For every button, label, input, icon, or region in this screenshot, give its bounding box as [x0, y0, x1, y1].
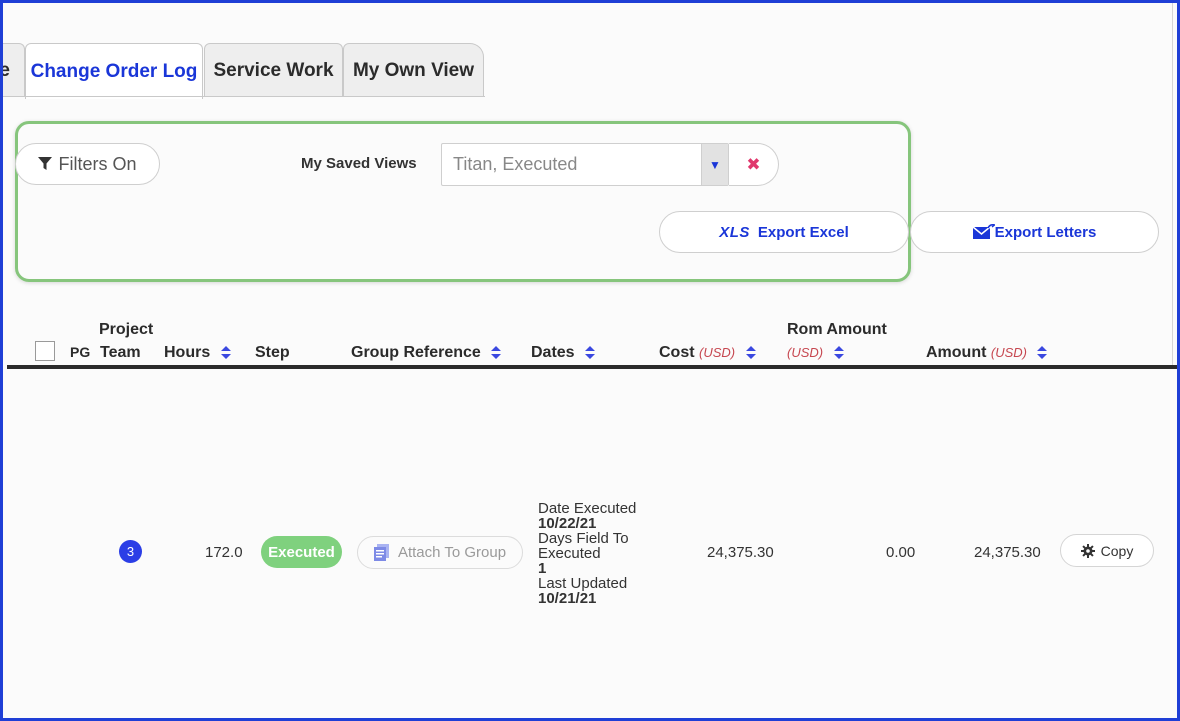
hours-value: 172.0 [205, 544, 243, 561]
tab-change-order-log[interactable]: Change Order Log [25, 43, 203, 99]
column-step[interactable]: Step [255, 344, 290, 362]
sort-icon[interactable] [585, 346, 596, 360]
tab-service-work[interactable]: Service Work [204, 43, 343, 97]
saved-views-select[interactable]: Titan, Executed ▼ [441, 143, 729, 186]
filters-button[interactable]: Filters On [15, 143, 160, 185]
column-project-team-line1: Project [99, 321, 154, 338]
currency-label: (USD) [990, 345, 1027, 360]
column-group-reference-label: Group Reference [351, 344, 481, 361]
rom-amount-value: 0.00 [886, 544, 916, 561]
column-hours[interactable]: Hours [164, 344, 231, 362]
saved-views-label: My Saved Views [301, 155, 417, 172]
sort-icon[interactable] [833, 346, 844, 360]
column-rom-amount-currency[interactable]: (USD) [787, 344, 844, 362]
currency-label: (USD) [787, 345, 824, 360]
tab-my-own-view[interactable]: My Own View [343, 43, 484, 97]
column-rom-amount[interactable]: Rom Amount [787, 321, 887, 339]
days-field-label: Days Field To [538, 530, 629, 547]
tab-underline [3, 96, 485, 97]
xls-icon: XLS [719, 223, 750, 241]
select-all-checkbox[interactable] [35, 341, 55, 361]
filter-icon [38, 157, 53, 170]
copy-button-label: Copy [1100, 542, 1134, 559]
filters-button-label: Filters On [58, 153, 137, 174]
export-excel-button[interactable]: XLS Export Excel [659, 211, 909, 253]
column-hours-label: Hours [164, 344, 211, 361]
caret-down-icon[interactable]: ▼ [701, 144, 728, 185]
attach-to-group-label: Attach To Group [397, 544, 507, 561]
column-cost[interactable]: Cost (USD) [659, 344, 756, 362]
sort-icon[interactable] [745, 346, 756, 360]
column-group-reference[interactable]: Group Reference [351, 344, 502, 362]
step-status-badge: Executed [261, 536, 342, 568]
export-excel-label: Export Excel [757, 223, 849, 241]
currency-label: (USD) [699, 345, 736, 360]
sort-icon[interactable] [1037, 346, 1048, 360]
column-amount-label: Amount [926, 344, 987, 361]
gear-icon [1080, 543, 1095, 558]
saved-views-value: Titan, Executed [453, 154, 578, 174]
copy-button[interactable]: Copy [1060, 534, 1154, 567]
document-icon [373, 544, 389, 561]
clear-saved-view-button[interactable]: ✖ [729, 143, 779, 186]
tab-partial[interactable]: e [3, 43, 25, 97]
last-updated-value: 10/21/21 [538, 590, 597, 607]
last-updated-label: Last Updated [538, 575, 628, 592]
column-dates[interactable]: Dates [531, 344, 596, 362]
sort-icon[interactable] [491, 346, 502, 360]
column-dates-label: Dates [531, 344, 575, 361]
cost-value: 24,375.30 [707, 544, 774, 561]
sort-icon[interactable] [220, 346, 231, 360]
amount-value: 24,375.30 [974, 544, 1041, 561]
column-project-team[interactable]: Team [100, 344, 141, 362]
dates-cell: Date Executed 10/22/21 Days Field To Exe… [538, 501, 636, 606]
column-amount[interactable]: Amount (USD) [926, 344, 1048, 362]
project-team-count-badge[interactable]: 3 [119, 540, 142, 563]
export-letters-button[interactable]: Export Letters [910, 211, 1159, 253]
column-pg[interactable]: PG [70, 344, 90, 360]
date-executed-label: Date Executed [538, 500, 637, 517]
envelope-icon [972, 224, 995, 239]
export-letters-label: Export Letters [994, 223, 1097, 241]
app-frame: e Change Order Log Service Work My Own V… [0, 0, 1180, 721]
close-icon: ✖ [746, 154, 761, 174]
days-field-label-cont: Executed [538, 545, 601, 562]
attach-to-group-button[interactable]: Attach To Group [357, 536, 523, 569]
column-cost-label: Cost [659, 344, 695, 361]
